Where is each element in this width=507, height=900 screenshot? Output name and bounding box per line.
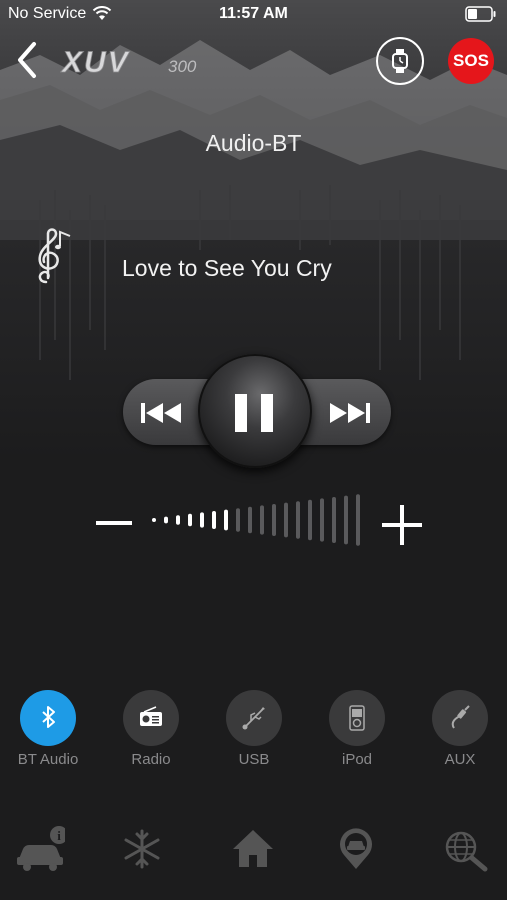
svg-text:XUV: XUV (60, 46, 131, 79)
volume-bar (188, 513, 192, 527)
climate-snowflake-icon (124, 829, 160, 869)
battery-icon (465, 6, 496, 22)
source-label: Radio (131, 751, 171, 768)
volume-bar (176, 515, 180, 525)
source-label: USB (238, 751, 270, 768)
volume-bar (272, 504, 276, 536)
nav-globe-search-button[interactable] (438, 822, 494, 878)
bottom-navigation: i (0, 822, 507, 882)
volume-bar (308, 499, 312, 541)
volume-bar (296, 501, 300, 539)
volume-up-button[interactable] (382, 505, 422, 545)
volume-bar (284, 502, 288, 538)
song-title: Love to See You Cry (122, 255, 332, 281)
volume-bar (164, 516, 168, 524)
smartwatch-icon (392, 49, 408, 73)
source-ipod-button[interactable]: iPod (317, 690, 397, 768)
source-label: BT Audio (17, 751, 79, 768)
volume-bar (344, 495, 348, 545)
audio-source-selector: BT Audio Radio USB iPod AUX (0, 690, 507, 770)
source-label: AUX (444, 751, 476, 768)
nav-car-info-button[interactable]: i (12, 822, 68, 878)
aux-icon (432, 690, 488, 746)
volume-bar (356, 494, 360, 546)
nav-home-button[interactable] (226, 822, 282, 878)
clock: 11:57 AM (219, 5, 288, 22)
car-info-icon: i (17, 826, 65, 871)
volume-bar (260, 505, 264, 535)
car-location-icon (340, 828, 372, 869)
svg-text:300: 300 (168, 57, 197, 76)
radio-icon (123, 690, 179, 746)
volume-bar (332, 497, 336, 543)
smartwatch-button[interactable] (376, 37, 424, 85)
source-label: iPod (341, 751, 373, 768)
next-track-button[interactable] (320, 388, 382, 438)
volume-slider[interactable] (148, 490, 373, 550)
volume-bar (200, 512, 204, 528)
status-bar: No Service 11:57 AM (0, 0, 507, 28)
nav-car-location-button[interactable] (329, 822, 385, 878)
source-radio-button[interactable]: Radio (111, 690, 191, 768)
volume-bar (152, 518, 156, 522)
volume-bar (248, 506, 252, 534)
play-pause-button[interactable] (198, 354, 312, 468)
volume-bar (212, 511, 216, 529)
volume-down-button[interactable] (96, 512, 132, 534)
next-track-icon (330, 403, 370, 423)
svg-text:i: i (57, 828, 61, 843)
source-bt-audio-button[interactable]: BT Audio (8, 690, 88, 768)
xuv300-logo: XUV 300 (60, 46, 197, 80)
music-clef-icon (38, 228, 71, 284)
source-usb-button[interactable]: USB (214, 690, 294, 768)
usb-icon (226, 690, 282, 746)
volume-bar (236, 508, 240, 532)
pause-icon (235, 394, 273, 432)
sos-button[interactable]: SOS (448, 38, 494, 84)
globe-search-icon (445, 831, 488, 872)
previous-track-icon (141, 403, 181, 423)
audio-source-title: Audio-BT (205, 130, 302, 156)
bluetooth-icon (20, 690, 76, 746)
home-icon (233, 830, 273, 867)
volume-bar (224, 509, 228, 531)
nav-climate-snowflake-button[interactable] (115, 822, 171, 878)
back-chevron-icon[interactable] (10, 38, 46, 82)
ipod-icon (329, 690, 385, 746)
source-aux-button[interactable]: AUX (420, 690, 500, 768)
previous-track-button[interactable] (133, 388, 195, 438)
volume-bar (320, 498, 324, 542)
